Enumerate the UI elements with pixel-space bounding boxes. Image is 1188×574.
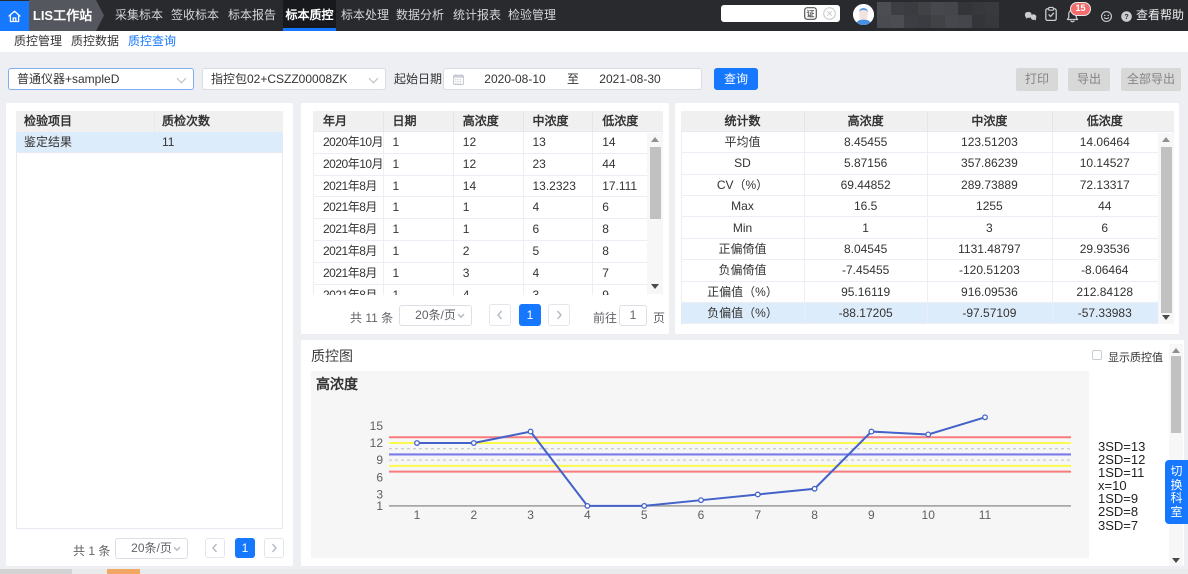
- svg-text:8: 8: [811, 508, 818, 522]
- svg-text:3: 3: [527, 508, 534, 522]
- svg-text:证: 证: [807, 9, 815, 19]
- svg-text:7: 7: [754, 508, 761, 522]
- svg-text:5: 5: [641, 508, 648, 522]
- svg-text:6: 6: [376, 470, 383, 484]
- svg-text:6: 6: [698, 508, 705, 522]
- svg-text:11: 11: [979, 508, 992, 522]
- svg-text:2: 2: [470, 508, 477, 522]
- svg-text:?: ?: [1124, 13, 1128, 21]
- svg-text:12: 12: [370, 436, 384, 450]
- svg-text:10: 10: [922, 508, 936, 522]
- svg-text:15: 15: [370, 419, 384, 433]
- svg-text:1: 1: [414, 508, 421, 522]
- svg-text:9: 9: [868, 508, 875, 522]
- svg-text:9: 9: [376, 453, 383, 467]
- svg-text:4: 4: [584, 508, 591, 522]
- svg-text:1: 1: [376, 499, 383, 513]
